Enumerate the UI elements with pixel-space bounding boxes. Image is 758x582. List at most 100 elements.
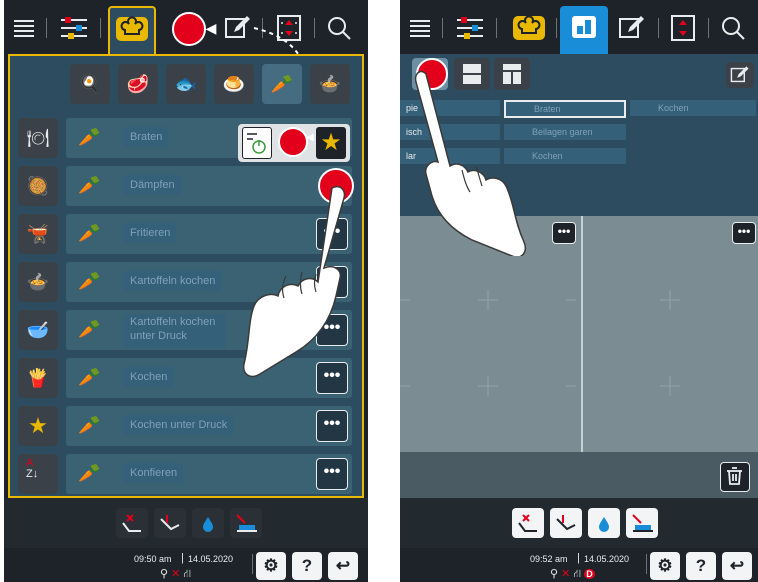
- recipe-name: Kochen: [124, 367, 174, 387]
- unload-tray-icon[interactable]: [154, 508, 186, 538]
- star-icon: ★: [320, 129, 342, 156]
- clean-tray-icon[interactable]: [230, 508, 262, 538]
- sidebar-deep-fry[interactable]: 🍟: [18, 358, 58, 398]
- recipe-name: Fritieren: [124, 223, 177, 243]
- pudding-icon: 🍮: [222, 73, 246, 94]
- planning-icon: [572, 16, 596, 38]
- tab-edit[interactable]: [614, 8, 650, 48]
- plan-entry[interactable]: Kochen: [630, 100, 756, 116]
- status-date: 14.05.2020: [584, 554, 630, 564]
- more-options-button[interactable]: •••: [316, 458, 348, 490]
- edit-icon: [619, 16, 644, 38]
- recipe-name: Kartoffeln kochen: [124, 271, 222, 291]
- load-tray-icon[interactable]: [116, 508, 148, 538]
- start-recipe-button[interactable]: [242, 127, 272, 159]
- top-toolbar: [400, 0, 758, 54]
- settings-button[interactable]: ⚙: [650, 552, 680, 580]
- bottom-action-bar: [400, 498, 758, 548]
- vegetables-icon: 🥕: [78, 367, 101, 387]
- tab-cooking-path[interactable]: [666, 8, 700, 48]
- power-edit-icon: [247, 133, 266, 154]
- more-options-button[interactable]: •••: [316, 410, 348, 442]
- separator: [442, 18, 443, 38]
- chef-hat-icon: [513, 15, 545, 40]
- vegetables-icon: 🥕: [78, 127, 101, 147]
- star-icon: ★: [28, 413, 48, 438]
- category-meat[interactable]: 🥩: [118, 64, 158, 104]
- tab-intelligent-cooking[interactable]: [508, 8, 550, 48]
- recipe-name: Dämpfen: [124, 175, 181, 195]
- search-icon[interactable]: [716, 8, 750, 48]
- pot-icon: 🫕: [26, 223, 50, 244]
- tab-planning[interactable]: [560, 6, 608, 54]
- egg-icon: 🍳: [78, 73, 102, 94]
- recipe-name: Kartoffeln kochen unter Druck: [124, 314, 226, 348]
- category-eggs[interactable]: 🍳: [70, 64, 110, 104]
- recipe-row[interactable]: 🥕 Konfieren: [66, 454, 352, 494]
- humidity-drop-icon[interactable]: [192, 508, 224, 538]
- trash-icon: [727, 467, 742, 485]
- edit-icon: [730, 66, 749, 83]
- vegetables-icon: 🥕: [78, 223, 101, 243]
- sidebar-pan[interactable]: 🥘: [18, 166, 58, 206]
- vegetables-icon: 🥕: [78, 463, 101, 483]
- help-button[interactable]: ?: [686, 552, 716, 580]
- clean-tray-icon[interactable]: [626, 508, 658, 538]
- canvas-footer: [400, 452, 758, 498]
- sort-az-button[interactable]: A Z↓: [18, 454, 58, 494]
- edit-plan-button[interactable]: [726, 62, 754, 88]
- back-button[interactable]: ↩: [328, 552, 358, 580]
- recipe-name: Konfieren: [124, 463, 184, 483]
- help-button[interactable]: ?: [292, 552, 322, 580]
- category-side-dishes[interactable]: 🥕: [262, 64, 302, 104]
- separator: [496, 18, 497, 38]
- settings-button[interactable]: ⚙: [256, 552, 286, 580]
- filter-icon[interactable]: [452, 8, 488, 48]
- recipe-row[interactable]: 🥕 Kochen unter Druck: [66, 406, 352, 446]
- sidebar-favorites[interactable]: ★: [18, 406, 58, 446]
- category-dessert[interactable]: 🍮: [214, 64, 254, 104]
- more-options-button[interactable]: •••: [552, 222, 576, 244]
- fryer-icon: 🍟: [26, 367, 50, 388]
- status-bar: 09:50 am | 14.05.2020 ⚲ ✕ ⛙ ⚙ ? ↩: [4, 548, 368, 582]
- status-divider: |: [577, 552, 580, 564]
- vegetables-icon: 🥕: [78, 319, 101, 339]
- connectivity-icons: ⚲ ✕ ⛙ D: [550, 568, 595, 580]
- menu-icon[interactable]: [406, 8, 434, 48]
- sidebar-roast[interactable]: 🍽: [18, 118, 58, 158]
- vegetables-icon: 🥕: [270, 73, 294, 94]
- vegetables-icon: 🥕: [78, 271, 101, 291]
- left-screenshot: ◀ 🍳 🥩 🐟 🍮 🥕 🍲 🍽 🥘 🫕 🍲 🥣 🍟 ★ A Z↓ 🥕 Braten…: [4, 0, 368, 582]
- more-options-button[interactable]: •••: [732, 222, 756, 244]
- back-arrow-icon: ↩: [335, 556, 351, 575]
- separator: [646, 554, 647, 574]
- recipe-name: Braten: [124, 127, 169, 147]
- bottom-action-bar: [4, 498, 368, 548]
- status-divider: |: [181, 552, 184, 564]
- connectivity-icons: ⚲ ✕ ⛙: [160, 568, 192, 580]
- status-time: 09:50 am: [134, 554, 172, 564]
- tap-indicator-dot: [278, 127, 308, 157]
- vegetables-icon: 🥕: [78, 415, 101, 435]
- soup-bowl-icon: 🍲: [318, 73, 342, 94]
- sidebar-cook[interactable]: 🥣: [18, 310, 58, 350]
- separator: [252, 554, 253, 574]
- favorite-star-button[interactable]: ★: [316, 127, 346, 159]
- category-fish[interactable]: 🐟: [166, 64, 206, 104]
- sidebar-pressure[interactable]: 🍲: [18, 262, 58, 302]
- humidity-drop-icon[interactable]: [588, 508, 620, 538]
- sidebar-boil[interactable]: 🫕: [18, 214, 58, 254]
- category-soups[interactable]: 🍲: [310, 64, 350, 104]
- frying-pan-icon: 🥘: [26, 175, 50, 196]
- delete-button[interactable]: [720, 462, 750, 492]
- back-button[interactable]: ↩: [722, 552, 752, 580]
- back-arrow-icon: ↩: [729, 556, 745, 575]
- hand-pointer-icon: [414, 70, 526, 256]
- unload-tray-icon[interactable]: [550, 508, 582, 538]
- separator: [658, 18, 659, 38]
- recipe-name: Kochen unter Druck: [124, 415, 234, 435]
- load-tray-icon[interactable]: [512, 508, 544, 538]
- status-bar: 09:52 am | 14.05.2020 ⚲ ✕ ⛙ D ⚙ ? ↩: [400, 548, 758, 582]
- meat-icon: 🥩: [126, 73, 150, 94]
- vegetables-icon: 🥕: [78, 175, 101, 195]
